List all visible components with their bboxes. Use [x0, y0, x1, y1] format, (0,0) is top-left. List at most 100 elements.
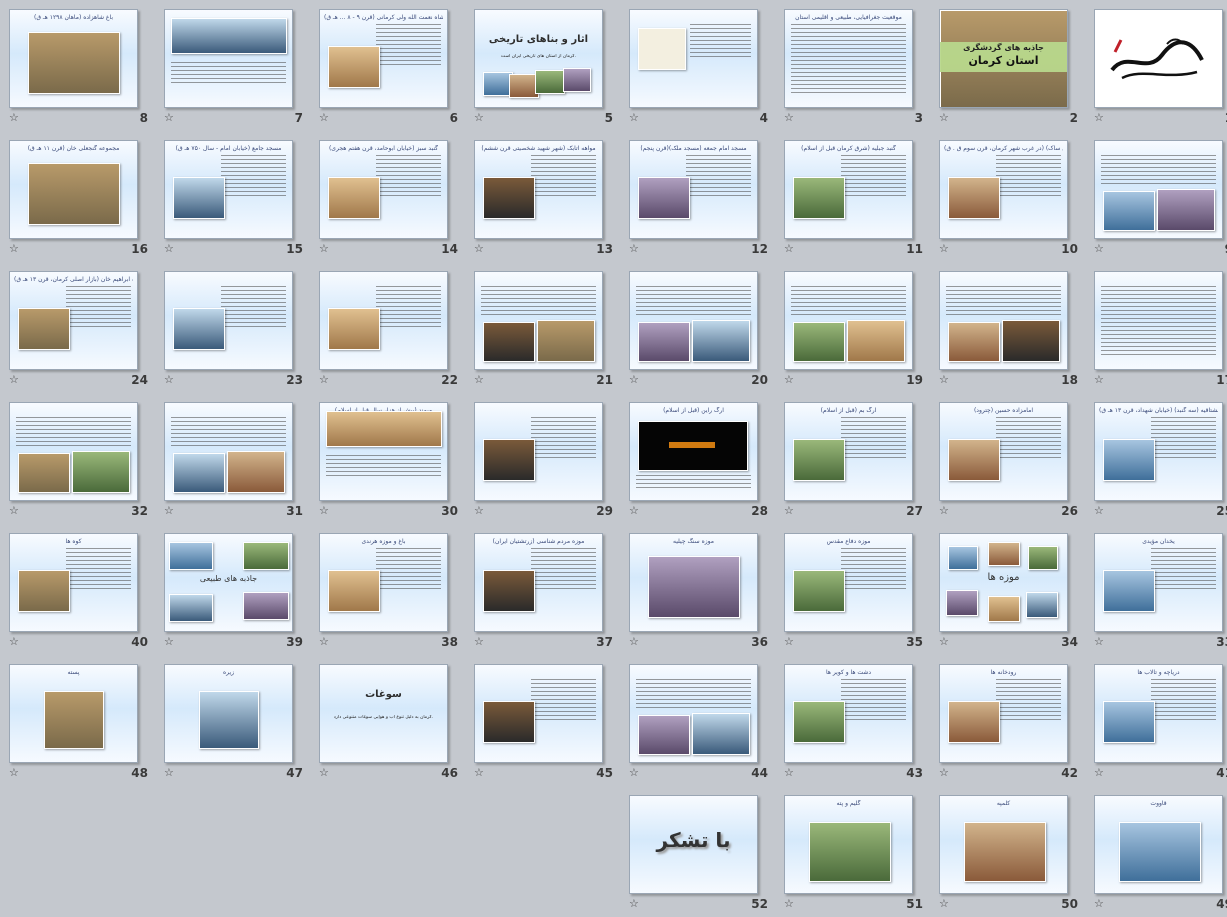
- slide-preview[interactable]: جاذبه های گردشگری استان کرمان: [939, 9, 1068, 108]
- slide-preview[interactable]: مزار شاه نعمت الله ولی کرمانی (قرن ۹ - ۸…: [319, 9, 448, 108]
- slide-thumbnail-18[interactable]: 18 ☆: [931, 262, 1086, 393]
- slide-thumbnail-37[interactable]: موزه مردم شناسی (زرتشتیان ایران) 37 ☆: [466, 524, 621, 655]
- slide-thumbnail-35[interactable]: موزه دفاع مقدس 35 ☆: [776, 524, 931, 655]
- slide-preview[interactable]: کوه ها: [9, 533, 138, 632]
- slide-preview[interactable]: [474, 402, 603, 501]
- slide-thumbnail-5[interactable]: آثار و بناهای تاریخی کرمان از استان های ت…: [466, 0, 621, 131]
- slide-thumbnail-33[interactable]: یخدان مؤیدی 33 ☆: [1086, 524, 1227, 655]
- slide-thumbnail-24[interactable]: مجموعه ابراهیم خان (بازار اصلی کرمان، قر…: [1, 262, 156, 393]
- slide-preview[interactable]: [319, 271, 448, 370]
- slide-transition-star-icon[interactable]: ☆: [1094, 243, 1104, 254]
- slide-thumbnail-43[interactable]: دشت ها و کویر ها 43 ☆: [776, 655, 931, 786]
- slide-thumbnail-1[interactable]: 1☆: [1086, 0, 1227, 131]
- slide-preview[interactable]: [629, 9, 758, 108]
- slide-thumbnail-47[interactable]: زیره 47 ☆: [156, 655, 311, 786]
- slide-preview[interactable]: دریاچه و تالاب ها: [1094, 664, 1223, 763]
- slide-thumbnail-48[interactable]: پسته 48 ☆: [1, 655, 156, 786]
- slide-preview[interactable]: رودخانه ها: [939, 664, 1068, 763]
- slide-preview[interactable]: گنبد جبلیه (شرق کرمان قبل از اسلام): [784, 140, 913, 239]
- slide-transition-star-icon[interactable]: ☆: [474, 636, 484, 647]
- slide-preview[interactable]: [164, 402, 293, 501]
- slide-transition-star-icon[interactable]: ☆: [1094, 636, 1104, 647]
- slide-thumbnail-29[interactable]: 29 ☆: [466, 393, 621, 524]
- slide-transition-star-icon[interactable]: ☆: [629, 767, 639, 778]
- slide-transition-star-icon[interactable]: ☆: [164, 374, 174, 385]
- slide-transition-star-icon[interactable]: ☆: [474, 243, 484, 254]
- slide-transition-star-icon[interactable]: ☆: [319, 112, 329, 123]
- slide-preview[interactable]: کلمپه: [939, 795, 1068, 894]
- slide-preview[interactable]: موزه مردم شناسی (زرتشتیان ایران): [474, 533, 603, 632]
- slide-thumbnail-28[interactable]: ارگ راین (قبل از اسلام) 28 ☆: [621, 393, 776, 524]
- slide-thumbnail-25[interactable]: مشتاقیه (سه گنبد) (خیابان شهداد، قرن ۱۳ …: [1086, 393, 1227, 524]
- slide-transition-star-icon[interactable]: ☆: [629, 898, 639, 909]
- slide-preview[interactable]: [164, 9, 293, 108]
- slide-transition-star-icon[interactable]: ☆: [939, 898, 949, 909]
- slide-thumbnail-21[interactable]: 21 ☆: [466, 262, 621, 393]
- slide-preview[interactable]: [1094, 140, 1223, 239]
- slide-preview[interactable]: موزه سنگ چیلیه: [629, 533, 758, 632]
- slide-thumbnail-4[interactable]: 4 ☆: [621, 0, 776, 131]
- slide-preview[interactable]: مجموعه ابراهیم خان (بازار اصلی کرمان، قر…: [9, 271, 138, 370]
- slide-transition-star-icon[interactable]: ☆: [784, 898, 794, 909]
- slide-thumbnail-46[interactable]: سوغات کرمان به دلیل تنوع آب و هوایی سوغات…: [311, 655, 466, 786]
- slide-preview[interactable]: مواهه اتابک (شهر شهید شخصیتی قرن ششم): [474, 140, 603, 239]
- slide-transition-star-icon[interactable]: ☆: [319, 243, 329, 254]
- slide-thumbnail-9[interactable]: 9☆: [1086, 131, 1227, 262]
- slide-transition-star-icon[interactable]: ☆: [164, 767, 174, 778]
- slide-thumbnail-31[interactable]: 31 ☆: [156, 393, 311, 524]
- slide-transition-star-icon[interactable]: ☆: [164, 505, 174, 516]
- slide-thumbnail-23[interactable]: 23 ☆: [156, 262, 311, 393]
- slide-thumbnail-38[interactable]: باغ و موزه هرندی 38 ☆: [311, 524, 466, 655]
- slide-preview[interactable]: مسجد جامع (خیابان امام - سال ۷۵۰ هـ ق): [164, 140, 293, 239]
- slide-preview[interactable]: گنبد سبز (خیابان ابوحامد، قرن هفتم هجری): [319, 140, 448, 239]
- slide-preview[interactable]: [474, 664, 603, 763]
- slide-preview[interactable]: میمند (پیش از هزار سال قبل از اسلام): [319, 402, 448, 501]
- slide-thumbnail-13[interactable]: مواهه اتابک (شهر شهید شخصیتی قرن ششم) 13 ☆: [466, 131, 621, 262]
- slide-transition-star-icon[interactable]: ☆: [319, 767, 329, 778]
- slide-preview[interactable]: ارگ راین (قبل از اسلام): [629, 402, 758, 501]
- slide-thumbnail-7[interactable]: 7 ☆: [156, 0, 311, 131]
- slide-preview[interactable]: آثار و بناهای تاریخی کرمان از استان های ت…: [474, 9, 603, 108]
- slide-thumbnail-26[interactable]: امامزاده حسین (چترود) 26 ☆: [931, 393, 1086, 524]
- slide-transition-star-icon[interactable]: ☆: [939, 374, 949, 385]
- slide-thumbnail-39[interactable]: جاذبه های طبیعی 39 ☆: [156, 524, 311, 655]
- slide-thumbnail-45[interactable]: 45 ☆: [466, 655, 621, 786]
- slide-preview[interactable]: با تشکر: [629, 795, 758, 894]
- slide-preview[interactable]: موزه دفاع مقدس: [784, 533, 913, 632]
- slide-transition-star-icon[interactable]: ☆: [1094, 767, 1104, 778]
- slide-preview[interactable]: سوغات کرمان به دلیل تنوع آب و هوایی سوغات…: [319, 664, 448, 763]
- slide-preview[interactable]: گلیم و پته: [784, 795, 913, 894]
- slide-transition-star-icon[interactable]: ☆: [9, 767, 19, 778]
- slide-transition-star-icon[interactable]: ☆: [784, 243, 794, 254]
- slide-preview[interactable]: [784, 271, 913, 370]
- slide-preview[interactable]: جاذبه های طبیعی: [164, 533, 293, 632]
- slide-thumbnail-52[interactable]: با تشکر 52 ☆: [621, 786, 776, 917]
- slide-preview[interactable]: پسته: [9, 664, 138, 763]
- slide-transition-star-icon[interactable]: ☆: [939, 243, 949, 254]
- slide-preview[interactable]: یخدان مؤیدی: [1094, 533, 1223, 632]
- slide-preview[interactable]: [629, 664, 758, 763]
- slide-thumbnail-44[interactable]: 44 ☆: [621, 655, 776, 786]
- slide-transition-star-icon[interactable]: ☆: [629, 505, 639, 516]
- slide-thumbnail-20[interactable]: 20 ☆: [621, 262, 776, 393]
- slide-preview[interactable]: [1094, 9, 1223, 108]
- slide-thumbnail-51[interactable]: گلیم و پته 51 ☆: [776, 786, 931, 917]
- slide-preview[interactable]: زیره: [164, 664, 293, 763]
- slide-thumbnail-10[interactable]: تخت دراگ (تل ساک) (در غرب شهر کرمان، قرن…: [931, 131, 1086, 262]
- slide-transition-star-icon[interactable]: ☆: [939, 636, 949, 647]
- slide-thumbnail-41[interactable]: دریاچه و تالاب ها 41 ☆: [1086, 655, 1227, 786]
- slide-transition-star-icon[interactable]: ☆: [784, 374, 794, 385]
- slide-transition-star-icon[interactable]: ☆: [1094, 505, 1104, 516]
- slide-thumbnail-11[interactable]: گنبد جبلیه (شرق کرمان قبل از اسلام) 11 ☆: [776, 131, 931, 262]
- slide-transition-star-icon[interactable]: ☆: [939, 767, 949, 778]
- slide-transition-star-icon[interactable]: ☆: [629, 636, 639, 647]
- slide-preview[interactable]: [629, 271, 758, 370]
- slide-preview[interactable]: باغ و موزه هرندی: [319, 533, 448, 632]
- slide-transition-star-icon[interactable]: ☆: [319, 505, 329, 516]
- slide-thumbnail-50[interactable]: کلمپه 50 ☆: [931, 786, 1086, 917]
- slide-preview[interactable]: موقعیت جغرافیایی، طبیعی و اقلیمی استان: [784, 9, 913, 108]
- slide-transition-star-icon[interactable]: ☆: [319, 374, 329, 385]
- slide-preview[interactable]: [164, 271, 293, 370]
- slide-thumbnail-32[interactable]: 32 ☆: [1, 393, 156, 524]
- slide-preview[interactable]: موزه ها: [939, 533, 1068, 632]
